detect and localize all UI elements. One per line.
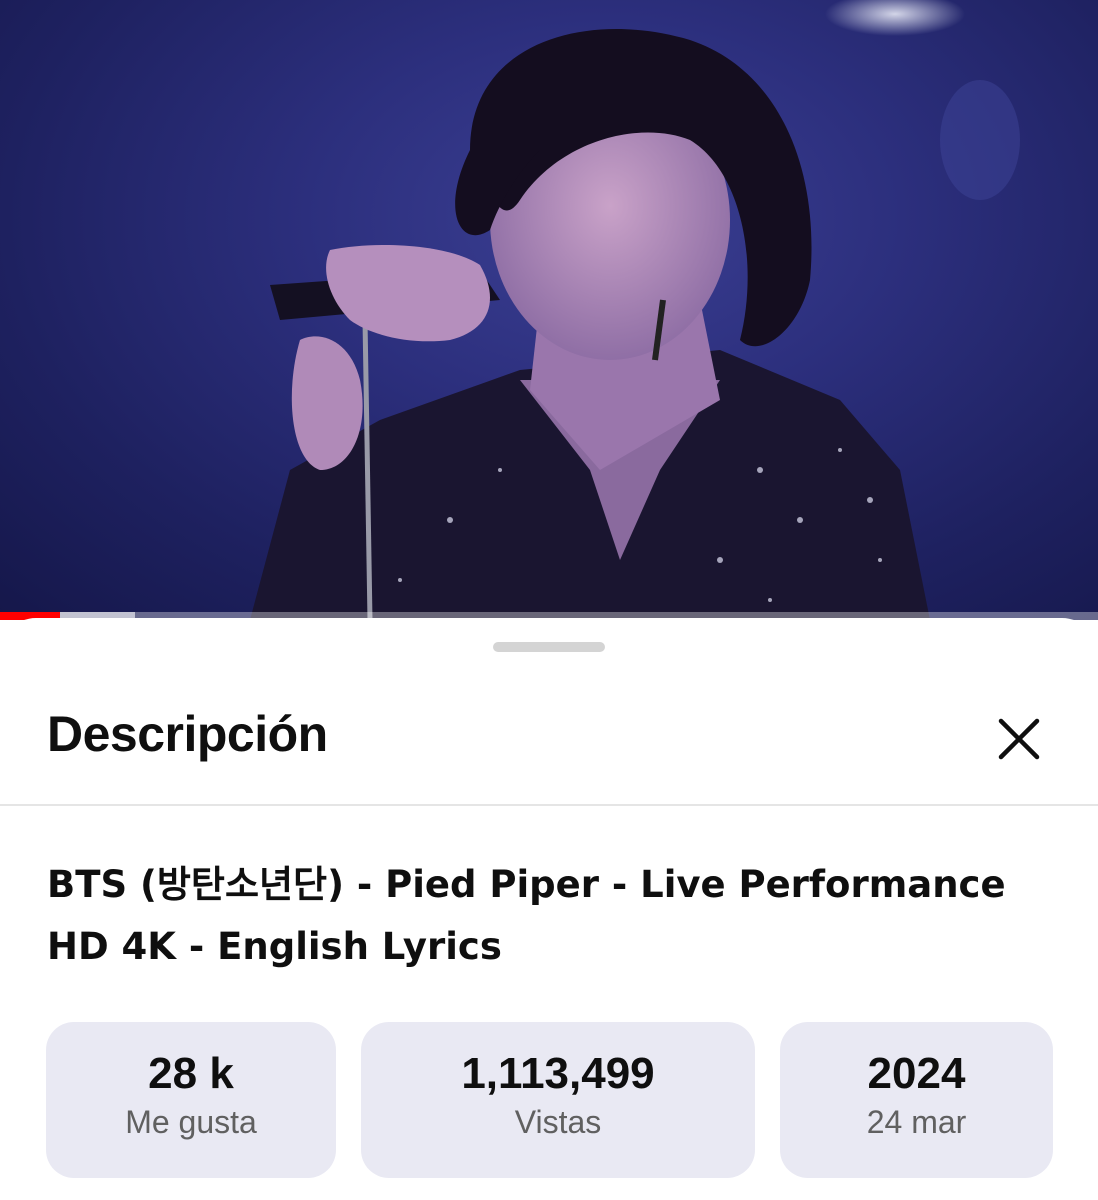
- header-divider: [0, 804, 1098, 806]
- close-button[interactable]: [990, 710, 1048, 768]
- description-sheet: Descripción BTS (방탄소년단) - Pied Piper - L…: [0, 618, 1098, 1200]
- close-icon: [998, 718, 1040, 760]
- video-description-screen: Descripción BTS (방탄소년단) - Pied Piper - L…: [0, 0, 1098, 1200]
- likes-count: 28 k: [148, 1049, 234, 1098]
- publish-year: 2024: [867, 1049, 966, 1098]
- views-stat: 1,113,499 Vistas: [361, 1022, 755, 1178]
- sheet-title: Descripción: [47, 706, 328, 762]
- drag-handle[interactable]: [493, 642, 605, 652]
- video-frame-image: [250, 0, 1020, 620]
- video-title: BTS (방탄소년단) - Pied Piper - Live Performa…: [47, 863, 1006, 968]
- publish-date: 24 mar: [866, 1104, 967, 1140]
- date-stat: 2024 24 mar: [780, 1022, 1053, 1178]
- likes-label: Me gusta: [125, 1104, 257, 1140]
- views-count: 1,113,499: [461, 1049, 655, 1098]
- likes-stat: 28 k Me gusta: [46, 1022, 336, 1178]
- video-player[interactable]: [0, 0, 1098, 620]
- views-label: Vistas: [514, 1104, 602, 1140]
